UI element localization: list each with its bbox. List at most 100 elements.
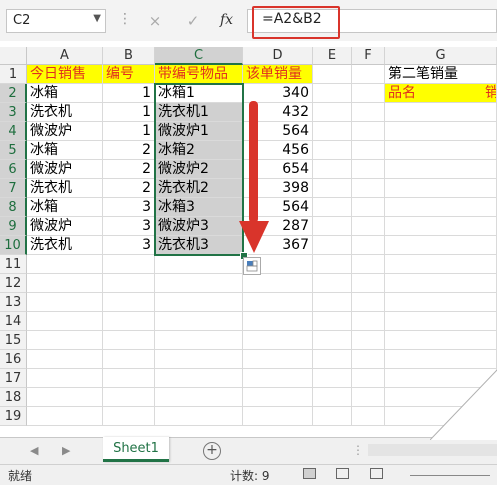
- row-header-17[interactable]: 17: [0, 369, 27, 388]
- cell-c6[interactable]: 微波炉2: [155, 160, 243, 179]
- cell-a13[interactable]: [27, 293, 103, 312]
- row-header-6[interactable]: 6: [0, 160, 27, 179]
- cell-f1[interactable]: [352, 65, 385, 84]
- cell-g12[interactable]: [385, 274, 497, 293]
- cell-d14[interactable]: [243, 312, 313, 331]
- cell-g8[interactable]: [385, 198, 497, 217]
- cell-b11[interactable]: [103, 255, 155, 274]
- cell-g7[interactable]: [385, 179, 497, 198]
- cell-c10[interactable]: 洗衣机3: [155, 236, 243, 255]
- cell-g9[interactable]: [385, 217, 497, 236]
- cell-c8[interactable]: 冰箱3: [155, 198, 243, 217]
- page-break-icon[interactable]: [370, 468, 383, 479]
- zoom-slider[interactable]: [410, 475, 490, 476]
- cell-c17[interactable]: [155, 369, 243, 388]
- cell-a17[interactable]: [27, 369, 103, 388]
- name-box[interactable]: C2 ▼: [6, 9, 106, 33]
- cell-b1[interactable]: 编号: [103, 65, 155, 84]
- cell-a8[interactable]: 冰箱: [27, 198, 103, 217]
- quick-analysis-icon[interactable]: [243, 257, 261, 275]
- cell-a11[interactable]: [27, 255, 103, 274]
- cell-d18[interactable]: [243, 388, 313, 407]
- cell-c14[interactable]: [155, 312, 243, 331]
- cell-g2[interactable]: 品名: [385, 84, 497, 103]
- cell-g3[interactable]: [385, 103, 497, 122]
- cell-e18[interactable]: [313, 388, 352, 407]
- cell-b8[interactable]: 3: [103, 198, 155, 217]
- row-header-7[interactable]: 7: [0, 179, 27, 198]
- cell-c7[interactable]: 洗衣机2: [155, 179, 243, 198]
- cell-c12[interactable]: [155, 274, 243, 293]
- horizontal-scrollbar[interactable]: [368, 444, 497, 456]
- row-header-13[interactable]: 13: [0, 293, 27, 312]
- cell-e7[interactable]: [313, 179, 352, 198]
- col-header-h[interactable]: [482, 47, 497, 65]
- row-header-14[interactable]: 14: [0, 312, 27, 331]
- cell-f3[interactable]: [352, 103, 385, 122]
- cell-e19[interactable]: [313, 407, 352, 426]
- row-header-3[interactable]: 3: [0, 103, 27, 122]
- cell-e8[interactable]: [313, 198, 352, 217]
- cell-b17[interactable]: [103, 369, 155, 388]
- cell-f19[interactable]: [352, 407, 385, 426]
- cell-c4[interactable]: 微波炉1: [155, 122, 243, 141]
- cell-e11[interactable]: [313, 255, 352, 274]
- cell-b10[interactable]: 3: [103, 236, 155, 255]
- cell-b16[interactable]: [103, 350, 155, 369]
- cell-b9[interactable]: 3: [103, 217, 155, 236]
- row-header-9[interactable]: 9: [0, 217, 27, 236]
- cell-b4[interactable]: 1: [103, 122, 155, 141]
- cell-g6[interactable]: [385, 160, 497, 179]
- cell-h5[interactable]: [482, 141, 497, 160]
- cell-b2[interactable]: 1: [103, 84, 155, 103]
- row-header-4[interactable]: 4: [0, 122, 27, 141]
- row-header-12[interactable]: 12: [0, 274, 27, 293]
- cell-h6[interactable]: [482, 160, 497, 179]
- cell-b7[interactable]: 2: [103, 179, 155, 198]
- cell-f8[interactable]: [352, 198, 385, 217]
- col-header-a[interactable]: A: [27, 47, 103, 65]
- cell-c15[interactable]: [155, 331, 243, 350]
- row-header-18[interactable]: 18: [0, 388, 27, 407]
- cell-a18[interactable]: [27, 388, 103, 407]
- row-header-5[interactable]: 5: [0, 141, 27, 160]
- cell-b12[interactable]: [103, 274, 155, 293]
- row-header-16[interactable]: 16: [0, 350, 27, 369]
- cell-h8[interactable]: [482, 198, 497, 217]
- cell-a15[interactable]: [27, 331, 103, 350]
- cell-a1[interactable]: 今日销售: [27, 65, 103, 84]
- cell-b3[interactable]: 1: [103, 103, 155, 122]
- cell-f12[interactable]: [352, 274, 385, 293]
- row-header-19[interactable]: 19: [0, 407, 27, 426]
- cell-g1[interactable]: 第二笔销量: [385, 65, 497, 84]
- cell-h7[interactable]: [482, 179, 497, 198]
- chevron-down-icon[interactable]: ▼: [93, 13, 101, 24]
- cell-d19[interactable]: [243, 407, 313, 426]
- cell-f16[interactable]: [352, 350, 385, 369]
- cell-e15[interactable]: [313, 331, 352, 350]
- cell-b13[interactable]: [103, 293, 155, 312]
- cell-a2[interactable]: 冰箱: [27, 84, 103, 103]
- cell-e6[interactable]: [313, 160, 352, 179]
- cell-e14[interactable]: [313, 312, 352, 331]
- cell-c16[interactable]: [155, 350, 243, 369]
- cell-h16[interactable]: [482, 350, 497, 369]
- cell-e5[interactable]: [313, 141, 352, 160]
- select-all-corner[interactable]: [0, 47, 27, 65]
- cell-b15[interactable]: [103, 331, 155, 350]
- row-header-8[interactable]: 8: [0, 198, 27, 217]
- cell-e10[interactable]: [313, 236, 352, 255]
- cell-e3[interactable]: [313, 103, 352, 122]
- cell-a19[interactable]: [27, 407, 103, 426]
- cell-f9[interactable]: [352, 217, 385, 236]
- cell-g13[interactable]: [385, 293, 497, 312]
- cell-d1[interactable]: 该单销量: [243, 65, 313, 84]
- cell-f18[interactable]: [352, 388, 385, 407]
- cell-g15[interactable]: [385, 331, 497, 350]
- col-header-b[interactable]: B: [103, 47, 155, 65]
- tab-prev-icon[interactable]: ◀: [30, 444, 38, 457]
- cell-d17[interactable]: [243, 369, 313, 388]
- cell-h15[interactable]: [482, 331, 497, 350]
- cell-h11[interactable]: [482, 255, 497, 274]
- cell-h1[interactable]: [482, 65, 497, 84]
